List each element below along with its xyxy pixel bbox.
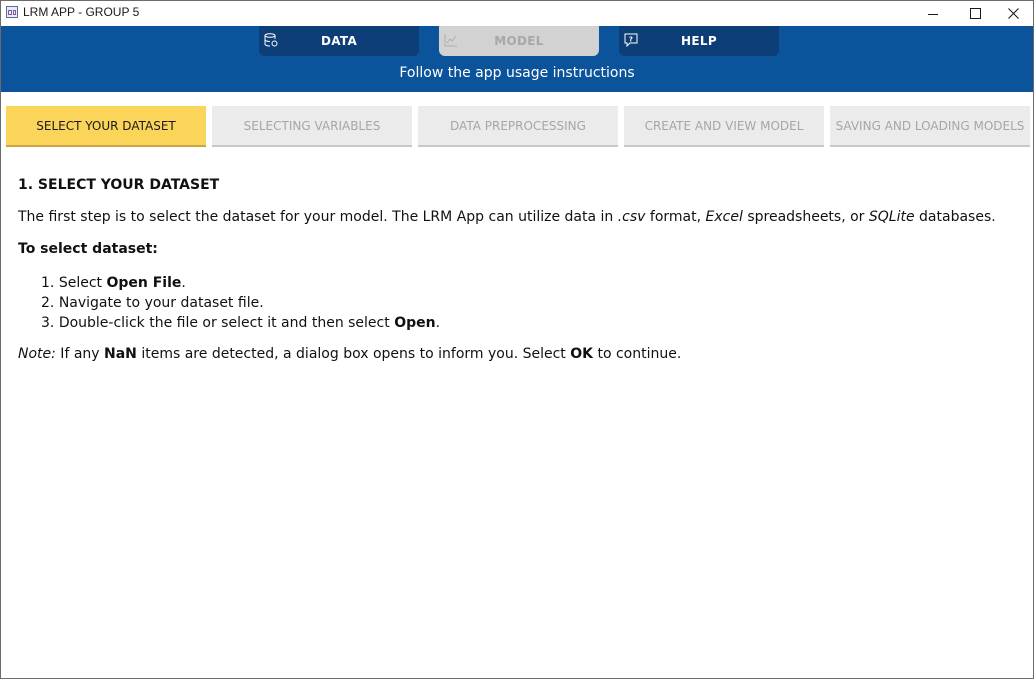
app-icon	[6, 6, 18, 18]
format-excel: Excel	[705, 209, 743, 225]
instruction-list: 1. Select Open File. 2. Navigate to your…	[41, 273, 440, 333]
tab-help-label: HELP	[681, 34, 717, 48]
intro-text: spreadsheets, or	[742, 209, 869, 225]
note-text: If any	[55, 346, 105, 362]
note-label: Note:	[18, 346, 56, 362]
note-ok: OK	[570, 346, 593, 362]
window-title: LRM APP - GROUP 5	[23, 5, 140, 19]
format-sqlite: SQLite	[868, 209, 915, 225]
step-data-preprocessing[interactable]: DATA PREPROCESSING	[418, 106, 618, 147]
list-text: Select	[58, 275, 107, 291]
list-number: 2.	[41, 295, 55, 311]
app-header: DATA MODEL ? HELP Follow the app usage i…	[1, 26, 1033, 92]
header-subtitle: Follow the app usage instructions	[399, 65, 635, 81]
intro-text: format,	[645, 209, 706, 225]
step-saving-loading-models[interactable]: SAVING AND LOADING MODELS	[830, 106, 1030, 147]
chart-icon	[444, 34, 457, 47]
list-bold: Open File	[106, 275, 182, 291]
tab-help[interactable]: ? HELP	[619, 26, 779, 56]
list-item: 3. Double-click the file or select it an…	[41, 313, 440, 333]
database-icon	[264, 33, 278, 47]
subheading: To select dataset:	[18, 241, 158, 257]
tab-model-label: MODEL	[494, 34, 544, 48]
title-bar[interactable]: LRM APP - GROUP 5	[1, 1, 1033, 26]
list-number: 3.	[41, 315, 55, 331]
list-text: Navigate to your dataset file.	[58, 295, 264, 311]
intro-text: databases.	[914, 209, 996, 225]
list-text: .	[435, 315, 441, 331]
tab-data-label: DATA	[320, 34, 358, 48]
app-window: LRM APP - GROUP 5 DATA MODEL ? HELP Foll…	[0, 0, 1034, 679]
help-chat-icon: ?	[624, 33, 638, 47]
list-bold: Open	[394, 315, 436, 331]
tab-data[interactable]: DATA	[259, 26, 419, 56]
step-create-view-model[interactable]: CREATE AND VIEW MODEL	[624, 106, 824, 147]
svg-text:?: ?	[629, 36, 633, 44]
list-text: Double-click the file or select it and t…	[58, 315, 395, 331]
intro-paragraph: The first step is to select the dataset …	[18, 209, 996, 225]
step-select-dataset[interactable]: SELECT YOUR DATASET	[6, 106, 206, 147]
list-item: 1. Select Open File.	[41, 273, 440, 293]
maximize-icon	[969, 8, 981, 19]
note-text: to continue.	[593, 346, 682, 362]
minimize-button[interactable]	[910, 1, 956, 26]
intro-text: The first step is to select the dataset …	[18, 209, 618, 225]
tab-model[interactable]: MODEL	[439, 26, 599, 56]
note-paragraph: Note: If any NaN items are detected, a d…	[18, 346, 681, 362]
close-button[interactable]	[990, 1, 1033, 26]
step-selecting-variables[interactable]: SELECTING VARIABLES	[212, 106, 412, 147]
note-text: items are detected, a dialog box opens t…	[136, 346, 571, 362]
format-csv: .csv	[617, 209, 646, 225]
minimize-icon	[928, 13, 938, 15]
note-nan: NaN	[104, 346, 137, 362]
list-item: 2. Navigate to your dataset file.	[41, 293, 440, 313]
list-text: .	[181, 275, 186, 291]
close-icon	[1007, 8, 1019, 19]
section-heading: 1. SELECT YOUR DATASET	[18, 177, 220, 193]
list-number: 1.	[41, 275, 55, 291]
